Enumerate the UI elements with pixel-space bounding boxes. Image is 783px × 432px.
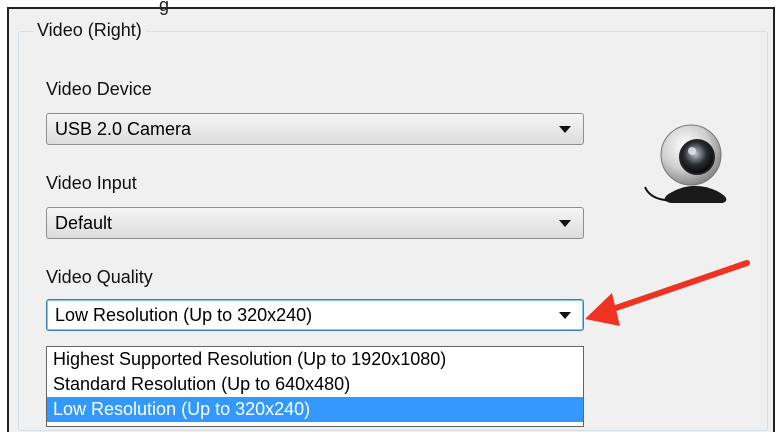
video-quality-select[interactable]: Low Resolution (Up to 320x240) xyxy=(46,299,584,331)
webcam-icon xyxy=(644,124,727,203)
video-device-value: USB 2.0 Camera xyxy=(55,119,192,139)
video-input-select[interactable]: Default xyxy=(46,207,584,239)
quality-option-standard[interactable]: Standard Resolution (Up to 640x480) xyxy=(47,372,583,397)
video-quality-dropdown-list: Highest Supported Resolution (Up to 1920… xyxy=(46,346,584,427)
video-input-label: Video Input xyxy=(46,173,137,193)
chevron-down-icon[interactable] xyxy=(559,126,571,133)
chevron-down-icon[interactable] xyxy=(559,312,571,319)
video-quality-label: Video Quality xyxy=(46,267,153,287)
quality-option-highest[interactable]: Highest Supported Resolution (Up to 1920… xyxy=(47,347,583,372)
chevron-down-icon[interactable] xyxy=(559,220,571,227)
video-device-select[interactable]: USB 2.0 Camera xyxy=(46,113,584,145)
video-settings-panel: g Video (Right) Video Device USB 2.0 Cam… xyxy=(7,0,775,432)
window-title-fragment: g xyxy=(159,0,170,15)
video-quality-value: Low Resolution (Up to 320x240) xyxy=(55,305,313,325)
video-device-label: Video Device xyxy=(46,79,152,99)
quality-option-low[interactable]: Low Resolution (Up to 320x240) xyxy=(47,397,583,422)
groupbox-legend: Video (Right) xyxy=(33,20,146,41)
video-input-value: Default xyxy=(55,213,113,233)
